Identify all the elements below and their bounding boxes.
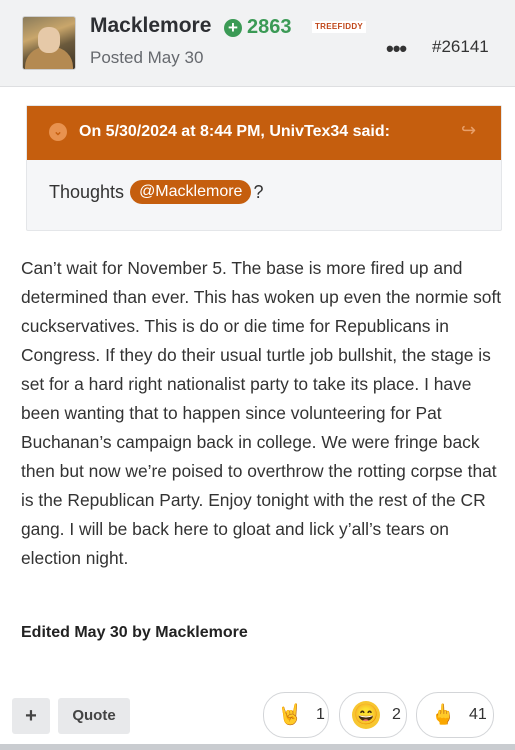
rock-on-hand-icon: 🤘 [276,701,304,729]
post-header: Macklemore + 2863 TREEFIDDY Posted May 3… [0,0,515,87]
more-options-icon[interactable]: ••• [386,36,407,62]
reputation[interactable]: + 2863 [224,16,292,39]
post-body: Can’t wait for November 5. The base is m… [21,258,502,568]
avatar-face [38,27,60,53]
plus-circle-icon: + [224,18,242,37]
quote-content: Thoughts @Macklemore ? [49,180,263,204]
quote-button[interactable]: Quote [58,698,130,734]
reaction-laugh[interactable]: 😄 2 [339,692,407,738]
quote-tail: ? [253,181,264,202]
reaction-rock-on[interactable]: 🤘 1 [263,692,329,738]
reputation-count: 2863 [247,16,292,38]
quote-citation[interactable]: On 5/30/2024 at 8:44 PM, UnivTex34 said: [79,123,390,141]
multiquote-button[interactable]: + [12,698,50,734]
middle-finger-icon: 🖕 [429,701,457,729]
username-link[interactable]: Macklemore [90,14,211,38]
quote-block: ⌄ On 5/30/2024 at 8:44 PM, UnivTex34 sai… [26,105,502,231]
reaction-count: 41 [469,706,487,723]
quote-header[interactable]: ⌄ On 5/30/2024 at 8:44 PM, UnivTex34 sai… [27,106,501,160]
laughing-face-icon: 😄 [352,701,380,729]
avatar[interactable] [22,16,76,70]
chevron-down-icon[interactable]: ⌄ [49,123,67,141]
reaction-count: 1 [316,706,325,723]
user-badge: TREEFIDDY [312,21,367,33]
mention-link[interactable]: @Macklemore [130,180,252,204]
post-number-link[interactable]: #26141 [432,37,489,57]
share-arrow-icon[interactable]: ↪ [461,120,476,141]
reaction-count: 2 [392,706,401,723]
edited-note: Edited May 30 by Macklemore [21,624,248,641]
bottom-bar [0,744,515,750]
posted-date: Posted May 30 [90,48,204,67]
reaction-middle-finger[interactable]: 🖕 41 [416,692,494,738]
quote-text: Thoughts [49,181,125,202]
